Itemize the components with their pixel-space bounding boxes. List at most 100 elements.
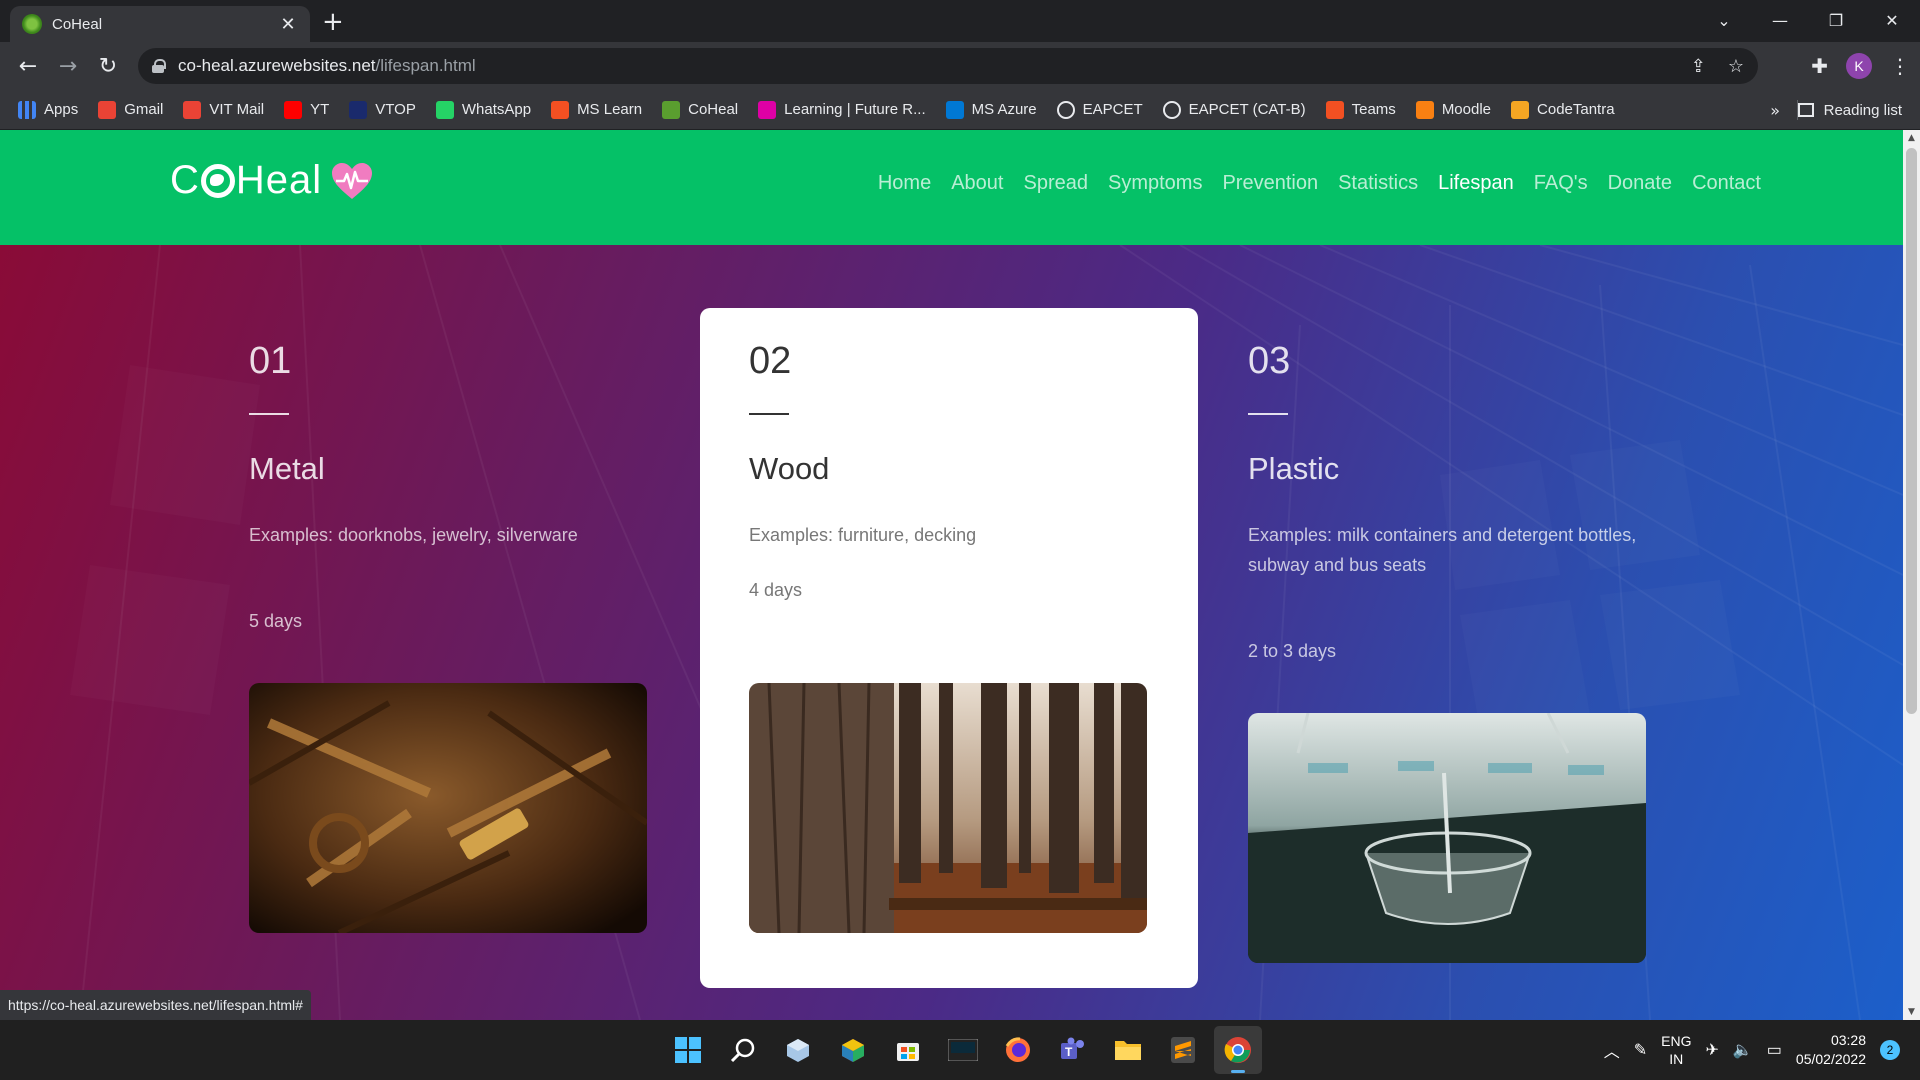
minimize-button[interactable]: —	[1752, 0, 1808, 40]
nav-prevention[interactable]: Prevention	[1222, 172, 1318, 195]
bookmark-label: VIT Mail	[209, 101, 265, 118]
chevron-up-icon[interactable]: ︿	[1604, 1038, 1620, 1062]
card-number: 02	[749, 340, 792, 382]
globe-icon	[200, 163, 235, 198]
bookmark-label: YT	[310, 101, 330, 118]
card-title: Plastic	[1248, 451, 1340, 486]
bookmark-item[interactable]: Teams	[1325, 100, 1396, 119]
gmail-icon	[183, 100, 202, 119]
tab-title: CoHeal	[52, 15, 103, 33]
bookmarks-overflow-button[interactable]: »	[1770, 90, 1780, 130]
nav-home[interactable]: Home	[878, 172, 931, 195]
scrollbar-thumb[interactable]	[1906, 148, 1917, 714]
bookmark-item[interactable]: Moodle	[1415, 100, 1491, 119]
store-icon[interactable]	[884, 1026, 932, 1074]
bookmark-item[interactable]: YT	[284, 100, 330, 119]
nav-about[interactable]: About	[951, 172, 1003, 195]
coheal-icon	[662, 100, 681, 119]
scroll-down-icon[interactable]: ▼	[1903, 1004, 1920, 1020]
forward-button[interactable]: →	[48, 46, 88, 86]
bookmark-item[interactable]: MS Learn	[551, 100, 643, 119]
card-divider	[749, 413, 789, 415]
reading-list-label: Reading list	[1823, 101, 1902, 119]
3d-box-icon[interactable]	[829, 1026, 877, 1074]
airplane-mode-icon[interactable]: ✈	[1705, 1040, 1718, 1060]
page-scrollbar[interactable]: ▲ ▼	[1903, 130, 1920, 1020]
search-icon[interactable]	[719, 1026, 767, 1074]
reading-list-button[interactable]: Reading list	[1797, 90, 1902, 130]
clock[interactable]: 03:28 05/02/2022	[1796, 1031, 1866, 1069]
bookmark-label: WhatsApp	[461, 101, 532, 118]
lock-icon[interactable]	[152, 59, 166, 73]
site-header: C Heal Home About Spread Symptoms Prevention…	[0, 130, 1903, 245]
start-icon[interactable]	[664, 1026, 712, 1074]
chrome-icon[interactable]	[1214, 1026, 1262, 1074]
nav-statistics[interactable]: Statistics	[1338, 172, 1418, 195]
bookmark-item[interactable]: CoHeal	[662, 100, 738, 119]
nav-symptoms[interactable]: Symptoms	[1108, 172, 1202, 195]
back-button[interactable]: ←	[8, 46, 48, 86]
bookmark-item[interactable]: Apps	[18, 100, 78, 119]
nav-lifespan[interactable]: Lifespan	[1438, 172, 1514, 195]
clock-date: 05/02/2022	[1795, 1051, 1866, 1067]
svg-text:T: T	[1065, 1045, 1073, 1059]
volume-icon[interactable]: 🔈	[1733, 1040, 1753, 1060]
scroll-up-icon[interactable]: ▲	[1903, 130, 1920, 146]
address-bar[interactable]: co-heal.azurewebsites.net/lifespan.html …	[138, 48, 1758, 84]
card-description: Examples: furniture, decking	[749, 525, 977, 545]
teams-icon[interactable]: T	[1049, 1026, 1097, 1074]
file-explorer-icon[interactable]	[1104, 1026, 1152, 1074]
share-icon[interactable]: ⇪	[1691, 56, 1706, 77]
bookmark-item[interactable]: VIT Mail	[183, 100, 265, 119]
main-nav: Home About Spread Symptoms Prevention Statist…	[878, 172, 1761, 195]
close-window-button[interactable]: ✕	[1864, 0, 1920, 40]
heartbeat-icon	[332, 162, 373, 199]
nav-contact[interactable]: Contact	[1692, 172, 1761, 195]
tab-search-icon[interactable]: ⌄	[1696, 0, 1752, 40]
whatsapp-icon	[435, 100, 454, 119]
restore-button[interactable]: ❐	[1808, 0, 1864, 40]
bookmark-item[interactable]: EAPCET	[1056, 100, 1143, 119]
close-tab-icon[interactable]: ✕	[278, 14, 298, 35]
bookmark-item[interactable]: WhatsApp	[435, 100, 532, 119]
virtualbox-icon[interactable]	[774, 1026, 822, 1074]
bookmark-star-icon[interactable]: ☆	[1728, 56, 1744, 77]
language-indicator[interactable]: ENG IN	[1661, 1032, 1691, 1068]
bookmark-item[interactable]: Gmail	[98, 100, 163, 119]
microsoft-icon	[551, 100, 570, 119]
logo-text-c: C	[170, 158, 200, 202]
plastic-cup-image	[1248, 713, 1646, 963]
coheal-favicon-icon	[22, 14, 42, 34]
card-divider	[1248, 413, 1288, 415]
bookmark-item[interactable]: CodeTantra	[1511, 100, 1615, 119]
site-logo[interactable]: C Heal	[170, 158, 374, 203]
bookmark-item[interactable]: Learning | Future R...	[758, 100, 926, 119]
page-viewport: C Heal Home About Spread Symptoms Prevention…	[0, 130, 1903, 1020]
mysql-icon[interactable]	[939, 1026, 987, 1074]
nav-faqs[interactable]: FAQ's	[1534, 172, 1588, 195]
nav-spread[interactable]: Spread	[1023, 172, 1088, 195]
bookmark-item[interactable]: VTOP	[349, 100, 416, 119]
lifespan-section: 01 Metal Examples: doorknobs, jewelry, s…	[0, 245, 1903, 1020]
sublime-text-icon[interactable]	[1159, 1026, 1207, 1074]
menu-icon[interactable]: ⋮	[1890, 54, 1910, 78]
new-tab-button[interactable]: +	[322, 7, 344, 37]
firefox-icon[interactable]	[994, 1026, 1042, 1074]
windows-taskbar: T ︿ ✎ ENG IN ✈ 🔈 ▭ 03:28 05/02/2022 2	[0, 1020, 1920, 1080]
notification-badge[interactable]: 2	[1880, 1040, 1900, 1060]
nav-donate[interactable]: Donate	[1608, 172, 1673, 195]
status-bar-url: https://co-heal.azurewebsites.net/lifesp…	[0, 990, 311, 1020]
codetantra-icon	[1511, 100, 1530, 119]
bookmark-label: MS Learn	[577, 101, 643, 118]
bookmark-item[interactable]: EAPCET (CAT-B)	[1162, 100, 1306, 119]
bookmark-label: EAPCET	[1082, 101, 1143, 118]
browser-tab[interactable]: CoHeal ✕	[10, 6, 310, 42]
pen-menu-icon[interactable]: ✎	[1634, 1040, 1647, 1060]
url-path: /lifespan.html	[375, 56, 476, 75]
profile-avatar[interactable]: K	[1846, 53, 1872, 79]
bookmark-item[interactable]: MS Azure	[945, 100, 1037, 119]
extensions-icon[interactable]: ✚	[1811, 54, 1828, 78]
card-description: Examples: doorknobs, jewelry, silverware	[249, 525, 578, 545]
reload-button[interactable]: ↻	[88, 46, 128, 86]
battery-icon[interactable]: ▭	[1767, 1040, 1782, 1060]
